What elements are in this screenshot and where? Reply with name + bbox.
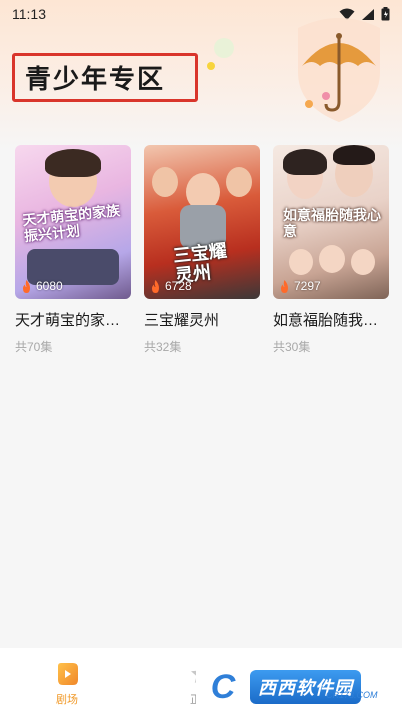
- drama-list: 天才萌宝的家族振兴计划 6080 天才萌宝的家… 共70集 三宝耀灵州 6728…: [15, 145, 389, 355]
- drama-poster[interactable]: 天才萌宝的家族振兴计划 6080: [15, 145, 131, 299]
- drama-poster[interactable]: 三宝耀灵州 6728: [144, 145, 260, 299]
- decoration-dot: [207, 62, 215, 70]
- fire-icon: [281, 279, 288, 293]
- poster-figure: [289, 249, 313, 275]
- poster-figure: [351, 249, 375, 275]
- poster-caption: 如意福胎随我心意: [283, 207, 381, 239]
- decoration-dot: [214, 38, 234, 58]
- episode-count: 共32集: [144, 340, 182, 354]
- view-count-value: 7297: [294, 279, 321, 293]
- theater-play-icon: [58, 663, 78, 685]
- decoration-dot: [322, 92, 330, 100]
- watermark-logo: C: [210, 667, 236, 706]
- page-title: 青少年专区: [25, 64, 166, 94]
- drama-title[interactable]: 如意福胎随我…: [273, 309, 389, 330]
- watermark: C 西西软件园 CR173.COM: [196, 663, 382, 711]
- poster-figure: [319, 245, 345, 273]
- poster-figure: [152, 167, 178, 197]
- poster-figure: [333, 145, 375, 165]
- poster-caption: 天才萌宝的家族振兴计划: [21, 202, 121, 245]
- view-count-value: 6728: [165, 279, 192, 293]
- watermark-subtext: CR173.COM: [326, 690, 378, 700]
- umbrella-shield-icon: [298, 18, 380, 122]
- poster-figure: [45, 149, 101, 177]
- drama-title[interactable]: 天才萌宝的家…: [15, 309, 131, 330]
- view-count: 6080: [21, 279, 63, 293]
- poster-figure: [226, 167, 252, 197]
- view-count-value: 6080: [36, 279, 63, 293]
- nav-label: 剧场: [56, 694, 78, 706]
- episode-count: 共30集: [273, 340, 311, 354]
- status-time: 11:13: [12, 6, 46, 22]
- drama-card[interactable]: 三宝耀灵州 6728 三宝耀灵州 共32集: [144, 145, 260, 355]
- nav-item-theater[interactable]: 剧场: [0, 648, 134, 715]
- fire-icon: [152, 279, 159, 293]
- page-title-frame: 青少年专区: [12, 53, 198, 102]
- drama-card[interactable]: 如意福胎随我心意 7297 如意福胎随我… 共30集: [273, 145, 389, 355]
- drama-poster[interactable]: 如意福胎随我心意 7297: [273, 145, 389, 299]
- decoration-dot: [305, 100, 313, 108]
- poster-figure: [283, 149, 327, 175]
- view-count: 6728: [150, 279, 192, 293]
- view-count: 7297: [279, 279, 321, 293]
- fire-icon: [23, 279, 30, 293]
- drama-card[interactable]: 天才萌宝的家族振兴计划 6080 天才萌宝的家… 共70集: [15, 145, 131, 355]
- drama-title[interactable]: 三宝耀灵州: [144, 309, 260, 330]
- episode-count: 共70集: [15, 340, 53, 354]
